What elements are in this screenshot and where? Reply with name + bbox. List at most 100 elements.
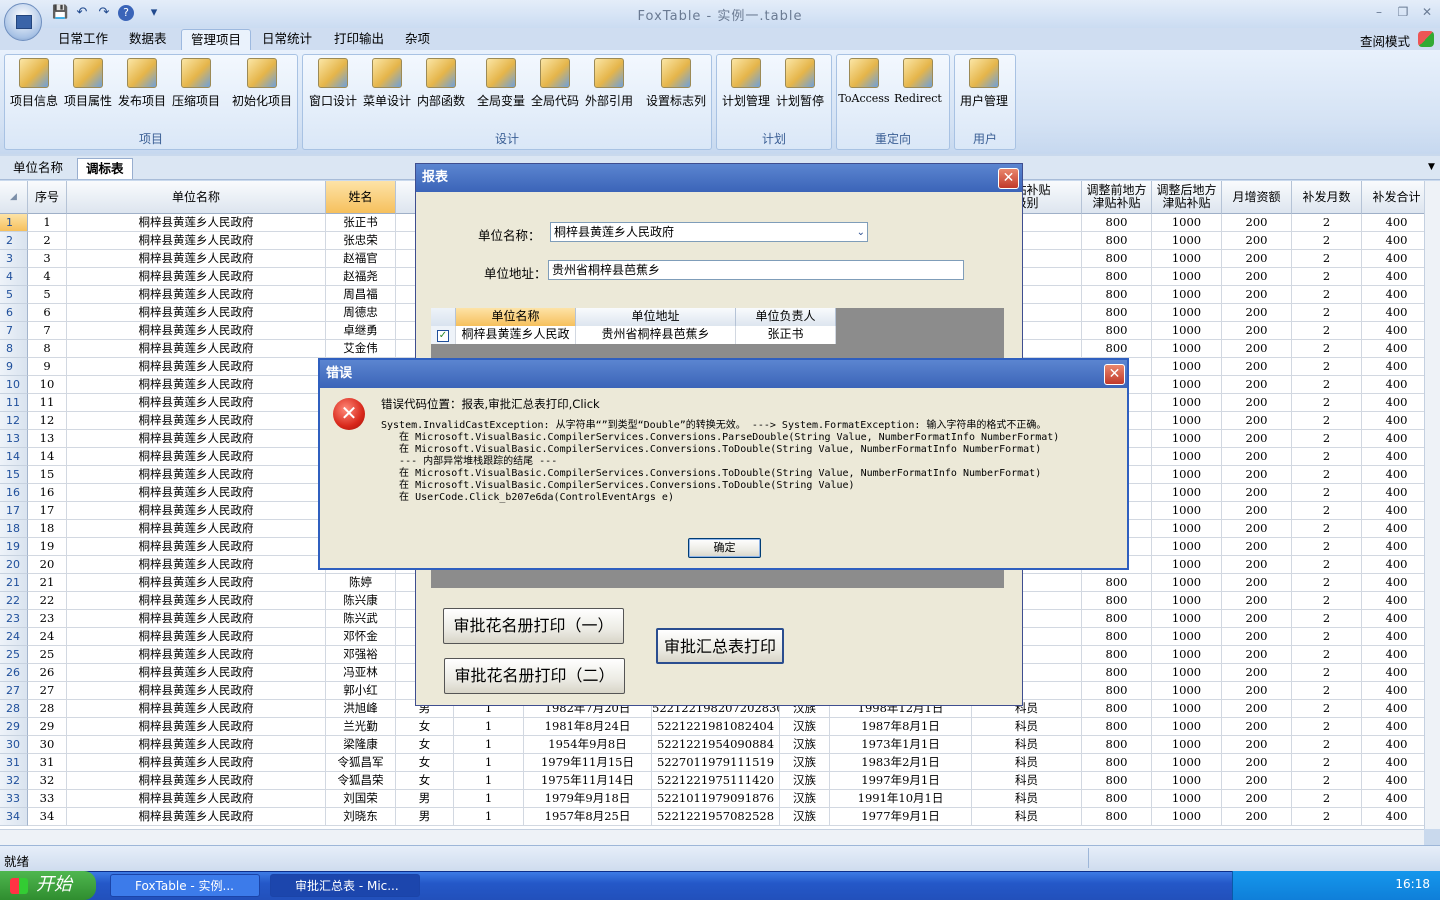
table-cell[interactable]: 1000 bbox=[1152, 556, 1222, 574]
table-cell[interactable]: 200 bbox=[1222, 322, 1292, 340]
table-cell[interactable]: 200 bbox=[1222, 304, 1292, 322]
row-number[interactable]: 26 bbox=[0, 664, 28, 682]
table-cell[interactable]: 400 bbox=[1362, 772, 1424, 790]
unit-select[interactable]: 桐梓县黄莲乡人民政府 ⌄ bbox=[550, 222, 868, 242]
table-cell[interactable]: 5221221975111420 bbox=[652, 772, 780, 790]
table-cell[interactable]: 400 bbox=[1362, 574, 1424, 592]
table-cell[interactable]: 赵福官 bbox=[326, 250, 396, 268]
report-close-button[interactable]: ✕ bbox=[998, 168, 1019, 189]
table-cell[interactable]: 30 bbox=[28, 736, 67, 754]
table-cell[interactable]: 19 bbox=[28, 538, 67, 556]
table-cell[interactable]: 29 bbox=[28, 718, 67, 736]
row-number[interactable]: 10 bbox=[0, 376, 28, 394]
table-cell[interactable]: 400 bbox=[1362, 376, 1424, 394]
table-cell[interactable]: 200 bbox=[1222, 448, 1292, 466]
print-roster-2-button[interactable]: 审批花名册打印（二） bbox=[444, 658, 625, 694]
table-cell[interactable]: 400 bbox=[1362, 754, 1424, 772]
table-cell[interactable]: 400 bbox=[1362, 268, 1424, 286]
table-cell[interactable]: 400 bbox=[1362, 736, 1424, 754]
table-cell[interactable]: 5221221957082528 bbox=[652, 808, 780, 826]
table-cell[interactable]: 1000 bbox=[1152, 682, 1222, 700]
table-cell[interactable]: 200 bbox=[1222, 502, 1292, 520]
table-cell[interactable]: 200 bbox=[1222, 682, 1292, 700]
tab-misc[interactable]: 杂项 bbox=[396, 29, 439, 51]
table-cell[interactable]: 14 bbox=[28, 448, 67, 466]
table-cell[interactable]: 22 bbox=[28, 592, 67, 610]
table-cell[interactable]: 2 bbox=[1292, 430, 1362, 448]
row-number[interactable]: 18 bbox=[0, 520, 28, 538]
table-cell[interactable]: 200 bbox=[1222, 430, 1292, 448]
table-cell[interactable]: 1000 bbox=[1152, 286, 1222, 304]
table-cell[interactable]: 陈婷 bbox=[326, 574, 396, 592]
table-cell[interactable]: 桐梓县黄莲乡人民政府 bbox=[67, 250, 326, 268]
table-cell[interactable]: 400 bbox=[1362, 232, 1424, 250]
table-cell[interactable]: 200 bbox=[1222, 664, 1292, 682]
table-cell[interactable]: 400 bbox=[1362, 412, 1424, 430]
table-cell[interactable]: 桐梓县黄莲乡人民政府 bbox=[67, 610, 326, 628]
table-cell[interactable]: 1000 bbox=[1152, 808, 1222, 826]
table-cell[interactable]: 1000 bbox=[1152, 502, 1222, 520]
row-number[interactable]: 20 bbox=[0, 556, 28, 574]
table-cell[interactable]: 2 bbox=[1292, 394, 1362, 412]
table-cell[interactable]: 800 bbox=[1082, 574, 1152, 592]
address-field[interactable]: 贵州省桐梓县芭蕉乡 bbox=[548, 260, 964, 280]
table-cell[interactable]: 1000 bbox=[1152, 394, 1222, 412]
table-cell[interactable]: 桐梓县黄莲乡人民政府 bbox=[67, 754, 326, 772]
table-cell[interactable]: 1000 bbox=[1152, 484, 1222, 502]
table-cell[interactable]: 400 bbox=[1362, 448, 1424, 466]
table-cell[interactable]: 艾金伟 bbox=[326, 340, 396, 358]
table-cell[interactable]: 400 bbox=[1362, 628, 1424, 646]
tab-daily-stats[interactable]: 日常统计 bbox=[253, 29, 321, 51]
table-cell[interactable]: 200 bbox=[1222, 700, 1292, 718]
table-cell[interactable]: 陈兴武 bbox=[326, 610, 396, 628]
table-cell[interactable]: 2 bbox=[1292, 700, 1362, 718]
row-number[interactable]: 2 bbox=[0, 232, 28, 250]
table-cell[interactable]: 28 bbox=[28, 700, 67, 718]
row-checkbox[interactable]: ✓ bbox=[431, 326, 456, 344]
table-cell[interactable]: 2 bbox=[1292, 718, 1362, 736]
table-cell[interactable]: 1000 bbox=[1152, 592, 1222, 610]
ok-button[interactable]: 确定 bbox=[688, 538, 761, 558]
table-cell[interactable]: 桐梓县黄莲乡人民政府 bbox=[67, 682, 326, 700]
table-cell[interactable]: 1000 bbox=[1152, 628, 1222, 646]
set-flag-column-button[interactable]: 设置标志列 bbox=[643, 58, 709, 109]
table-cell[interactable]: 2 bbox=[1292, 610, 1362, 628]
row-number[interactable]: 29 bbox=[0, 718, 28, 736]
table-cell[interactable]: 1997年9月1日 bbox=[830, 772, 972, 790]
table-cell[interactable]: 23 bbox=[28, 610, 67, 628]
table-cell[interactable]: 200 bbox=[1222, 358, 1292, 376]
table-cell[interactable]: 800 bbox=[1082, 646, 1152, 664]
table-cell[interactable]: 20 bbox=[28, 556, 67, 574]
table-cell[interactable]: 400 bbox=[1362, 340, 1424, 358]
table-cell[interactable]: 桐梓县黄莲乡人民政府 bbox=[67, 718, 326, 736]
plan-pause-button[interactable]: 计划暂停 bbox=[774, 58, 826, 109]
table-cell[interactable]: 200 bbox=[1222, 718, 1292, 736]
table-cell[interactable]: 1991年10月1日 bbox=[830, 790, 972, 808]
table-cell[interactable]: 200 bbox=[1222, 412, 1292, 430]
table-cell[interactable]: 33 bbox=[28, 790, 67, 808]
table-cell[interactable]: 2 bbox=[1292, 556, 1362, 574]
table-cell[interactable]: 25 bbox=[28, 646, 67, 664]
table-cell[interactable]: 2 bbox=[1292, 340, 1362, 358]
table-cell[interactable]: 1000 bbox=[1152, 610, 1222, 628]
table-cell[interactable]: 200 bbox=[1222, 538, 1292, 556]
row-number[interactable]: 28 bbox=[0, 700, 28, 718]
table-cell[interactable]: 800 bbox=[1082, 214, 1152, 232]
external-reference-button[interactable]: 外部引用 bbox=[583, 58, 635, 109]
table-cell[interactable]: 邓强裕 bbox=[326, 646, 396, 664]
table-cell[interactable]: 桐梓县黄莲乡人民政府 bbox=[67, 790, 326, 808]
table-cell[interactable]: 1000 bbox=[1152, 322, 1222, 340]
table-cell[interactable]: 科员 bbox=[972, 772, 1082, 790]
table-cell[interactable]: 1979年11月15日 bbox=[524, 754, 652, 772]
app-menu-button[interactable] bbox=[4, 3, 42, 41]
row-number[interactable]: 17 bbox=[0, 502, 28, 520]
table-cell[interactable]: 800 bbox=[1082, 322, 1152, 340]
table-cell[interactable]: 200 bbox=[1222, 646, 1292, 664]
table-cell[interactable]: 13 bbox=[28, 430, 67, 448]
global-code-button[interactable]: 全局代码 bbox=[529, 58, 581, 109]
table-cell[interactable]: 桐梓县黄莲乡人民政府 bbox=[67, 412, 326, 430]
project-info-button[interactable]: 项目信息 bbox=[8, 58, 60, 109]
table-cell[interactable]: 200 bbox=[1222, 610, 1292, 628]
table-cell[interactable]: 200 bbox=[1222, 574, 1292, 592]
table-cell[interactable]: 2 bbox=[1292, 268, 1362, 286]
